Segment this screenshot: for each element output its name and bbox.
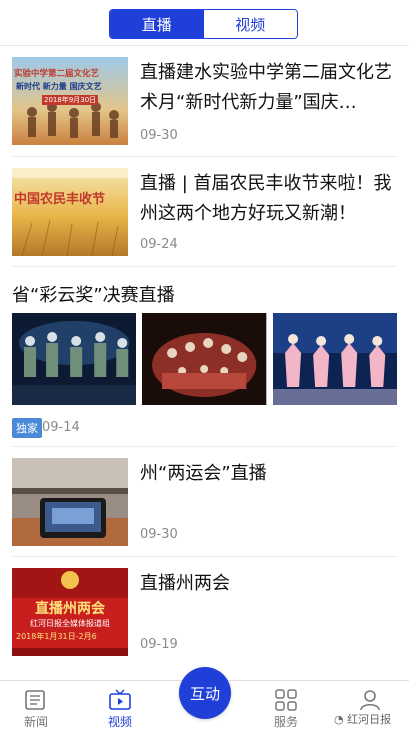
thumbnail: 直播州两会 红河日报全媒体报道组 2018年1月31日-2月6 (12, 568, 128, 656)
thumb-caption: 中国农民丰收节 (14, 192, 106, 207)
top-tab-bar: 直播 视频 (0, 0, 409, 46)
user-icon (360, 690, 380, 711)
exclusive-badge: 独家 (12, 418, 42, 438)
thumbnail (12, 458, 128, 546)
tab-live[interactable]: 直播 (110, 10, 204, 38)
tv-icon (109, 689, 131, 710)
gallery[interactable] (12, 313, 397, 405)
gallery-image (272, 313, 397, 405)
gallery-image (142, 313, 267, 405)
thumb-caption: 直播州两会 (35, 601, 105, 617)
thumb-caption: 新时代 新力量 国庆文艺 (16, 82, 102, 91)
thumb-caption: 2018年1月31日-2月6 (16, 632, 97, 641)
divider (12, 556, 397, 557)
news-item[interactable]: 州“两运会”直播 09-30 (12, 458, 397, 558)
item-date: 09-30 (140, 128, 178, 143)
news-item[interactable]: 直播州两会 红河日报全媒体报道组 2018年1月31日-2月6 直播州两会 09… (12, 568, 397, 668)
watermark-text: 红河日报 (347, 713, 392, 726)
item-title: 直播州两会 (140, 573, 230, 594)
divider (12, 266, 397, 267)
tab-profile[interactable] (340, 681, 400, 737)
item-date: 09-24 (140, 237, 178, 252)
newspaper-icon (25, 690, 45, 710)
news-item[interactable]: 中国农民丰收节 直播 | 首届农民丰收节来啦！我州这两个地方好玩又新潮！ 09-… (12, 168, 397, 268)
gallery-image (12, 313, 137, 405)
thumb-caption: 红河日报全媒体报道组 (30, 619, 110, 628)
item-title: 直播建水实验中学第二届文化艺术月“新时代新力量”国庆… (140, 62, 392, 113)
thumbnail: 实验中学第二届文化艺 新时代 新力量 国庆文艺 2018年9月30日 (12, 57, 128, 145)
tab-services-label: 服务 (273, 715, 298, 729)
thumb-caption: 2018年9月30日 (42, 95, 99, 105)
item-title: 直播 | 首届农民丰收节来啦！我州这两个地方好玩又新潮！ (140, 173, 392, 224)
section-title[interactable]: 省“彩云奖”决赛直播 (12, 281, 175, 307)
thumbnail: 中国农民丰收节 (12, 168, 128, 256)
tab-video[interactable]: 视频 (203, 10, 297, 38)
divider (12, 446, 397, 447)
item-date: 09-14 (42, 420, 80, 435)
wechat-icon: ◔ (334, 713, 348, 726)
divider (12, 156, 397, 157)
item-title: 州“两运会”直播 (140, 463, 267, 484)
tab-news-label: 新闻 (23, 715, 48, 729)
interact-button[interactable]: 互动 (179, 667, 231, 719)
news-item[interactable]: 实验中学第二届文化艺 新时代 新力量 国庆文艺 2018年9月30日 直播建水实… (12, 57, 397, 157)
item-date: 09-19 (140, 637, 178, 652)
item-date: 09-30 (140, 527, 178, 542)
tab-video[interactable]: 视频 (90, 681, 150, 737)
watermark: ◔ 红河日报 (334, 711, 391, 727)
thumb-caption: 实验中学第二届文化艺 (14, 69, 100, 79)
tab-video-label: 视频 (107, 715, 132, 729)
tab-news[interactable]: 新闻 (6, 681, 66, 737)
tab-services[interactable]: 服务 (256, 681, 316, 737)
segmented-control: 直播 视频 (109, 9, 298, 39)
grid-icon (275, 689, 297, 711)
